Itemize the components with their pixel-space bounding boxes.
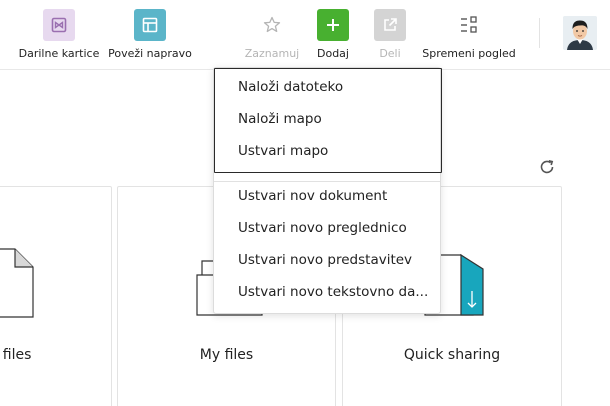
- menu-item-new-presentation[interactable]: Ustvari novo predstavitev: [238, 252, 412, 268]
- connect-device-label: Poveži napravo: [108, 47, 192, 60]
- menu-item-upload-file[interactable]: Naloži datoteko: [238, 79, 343, 95]
- refresh-icon[interactable]: [538, 158, 556, 176]
- toolbar: Darilne kartice Poveži napravo Zaznamuj …: [0, 0, 610, 70]
- menu-item-upload-folder[interactable]: Naloži mapo: [238, 111, 322, 127]
- file-icon: [0, 247, 36, 323]
- bookmark-button[interactable]: Zaznamuj: [242, 0, 302, 70]
- view-toggle-icon: [453, 9, 485, 41]
- add-dropdown-menu: Naloži datoteko Naloži mapo Ustvari mapo…: [213, 67, 442, 314]
- change-view-button[interactable]: Spremeni pogled: [420, 0, 518, 70]
- menu-item-new-spreadsheet[interactable]: Ustvari novo preglednico: [238, 220, 407, 236]
- device-link-icon: [134, 9, 166, 41]
- share-label: Deli: [379, 47, 401, 60]
- share-button[interactable]: Deli: [370, 0, 410, 70]
- add-button[interactable]: Dodaj: [312, 0, 354, 70]
- share-icon: [374, 9, 406, 41]
- star-icon: [256, 9, 288, 41]
- card-label: Quick sharing: [403, 347, 501, 363]
- gift-card-icon: [43, 9, 75, 41]
- menu-item-new-document[interactable]: Ustvari nov dokument: [238, 188, 387, 204]
- card-label: s files: [0, 347, 32, 363]
- card-label: My files: [199, 347, 254, 363]
- plus-icon: [317, 9, 349, 41]
- gift-cards-button[interactable]: Darilne kartice: [16, 0, 102, 70]
- toolbar-divider: [539, 18, 540, 48]
- gift-cards-label: Darilne kartice: [18, 47, 100, 60]
- menu-item-new-text-file[interactable]: Ustvari novo tekstovno da...: [238, 284, 428, 300]
- avatar[interactable]: [563, 16, 597, 50]
- add-label: Dodaj: [317, 47, 349, 60]
- menu-separator: [214, 181, 440, 182]
- bookmark-label: Zaznamuj: [244, 47, 300, 60]
- connect-device-button[interactable]: Poveži napravo: [106, 0, 194, 70]
- menu-item-create-folder[interactable]: Ustvari mapo: [238, 143, 328, 159]
- card-shared-files[interactable]: s files: [0, 186, 112, 406]
- change-view-label: Spremeni pogled: [422, 47, 516, 60]
